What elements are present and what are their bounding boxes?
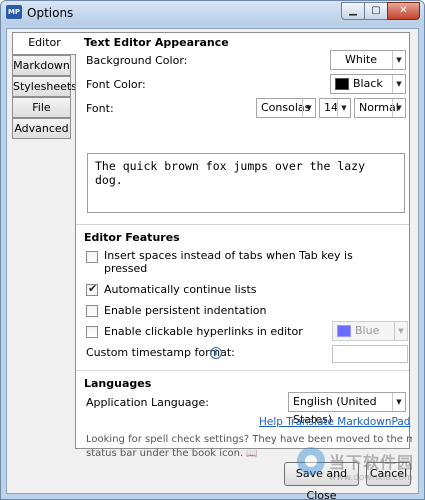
font-weight-dropdown[interactable]: Normal ▼ [354, 98, 406, 118]
background-color-label: Background Color: [86, 54, 188, 67]
timestamp-format-input[interactable] [332, 345, 408, 363]
minimize-button[interactable]: ▁ [341, 2, 365, 20]
help-translate-link[interactable]: Help Translate MarkdownPad [259, 416, 410, 428]
spellcheck-note-line1: Looking for spell check settings? They h… [86, 434, 412, 445]
font-color-dropdown[interactable]: Black ▼ [330, 74, 406, 94]
continue-lists-checkbox[interactable] [86, 282, 98, 296]
info-icon[interactable]: i [210, 347, 222, 359]
font-size-dropdown[interactable]: 14 ▼ [319, 98, 351, 118]
font-color-value: Black [353, 77, 383, 90]
editor-settings-panel: Text Editor Appearance Background Color:… [75, 32, 412, 459]
chevron-down-icon: ▼ [392, 51, 405, 69]
section-divider [76, 224, 409, 225]
title-bar[interactable]: MP Options ▁ ▢ ✕ [1, 1, 424, 25]
persistent-indentation-checkbox[interactable] [86, 305, 98, 317]
appearance-section-title: Text Editor Appearance [84, 36, 229, 49]
chevron-down-icon: ▼ [337, 99, 350, 117]
tab-editor[interactable]: Editor [12, 32, 76, 55]
options-tabs: Editor Markdown Stylesheets File Advance… [12, 32, 77, 139]
font-size-value: 14 [324, 101, 338, 114]
insert-spaces-label-line1: Insert spaces instead of tabs when Tab k… [104, 249, 353, 262]
chevron-down-icon: ▼ [392, 99, 405, 117]
book-icon: 📖 [246, 449, 258, 459]
application-language-dropdown[interactable]: English (United States) ▼ [288, 392, 406, 426]
chevron-down-icon: ▼ [394, 322, 407, 340]
insert-spaces-checkbox[interactable] [86, 251, 98, 263]
maximize-button[interactable]: ▢ [364, 2, 388, 20]
tab-stylesheets[interactable]: Stylesheets [12, 76, 77, 97]
tab-file[interactable]: File [12, 97, 71, 118]
languages-section-title: Languages [84, 377, 152, 390]
options-window: MP Options ▁ ▢ ✕ Editor Markdown Stylesh… [0, 0, 425, 500]
background-color-dropdown[interactable]: White ▼ [330, 50, 406, 70]
chevron-down-icon: ▼ [302, 99, 315, 117]
spellcheck-note-line2-row: status bar under the book icon. 📖 [86, 447, 412, 461]
dialog-body: Editor Markdown Stylesheets File Advance… [6, 28, 419, 499]
application-language-label: Application Language: [86, 396, 209, 409]
tab-markdown[interactable]: Markdown [12, 55, 71, 76]
markdownpad-app-icon: MP [6, 5, 22, 19]
tab-advanced[interactable]: Advanced [12, 118, 71, 139]
spellcheck-note-line2: status bar under the book icon. [86, 448, 244, 459]
font-family-dropdown[interactable]: Consolas ▼ [256, 98, 316, 118]
font-color-swatch [335, 78, 349, 90]
window-title: Options [27, 6, 74, 20]
font-color-label: Font Color: [86, 78, 146, 91]
clickable-hyperlinks-label: Enable clickable hyperlinks in editor [104, 325, 303, 338]
features-section-title: Editor Features [84, 231, 180, 244]
cancel-button[interactable]: Cancel [366, 462, 411, 486]
chevron-down-icon: ▼ [392, 75, 405, 93]
background-color-value: White [345, 53, 377, 66]
hyperlink-color-dropdown[interactable]: Blue ▼ [332, 321, 408, 341]
hyperlink-color-swatch [337, 325, 351, 337]
chevron-down-icon: ▼ [392, 393, 405, 411]
font-label: Font: [86, 102, 114, 115]
font-preview-box: The quick brown fox jumps over the lazy … [87, 153, 405, 213]
hyperlink-color-value: Blue [355, 324, 380, 337]
clickable-hyperlinks-checkbox[interactable] [86, 326, 98, 338]
persistent-indentation-label: Enable persistent indentation [104, 304, 267, 317]
close-window-button[interactable]: ✕ [387, 2, 420, 20]
section-divider [76, 370, 409, 371]
continue-lists-label: Automatically continue lists [104, 283, 257, 296]
save-and-close-button[interactable]: Save and Close [284, 462, 359, 499]
insert-spaces-label-line2: pressed [104, 262, 148, 275]
